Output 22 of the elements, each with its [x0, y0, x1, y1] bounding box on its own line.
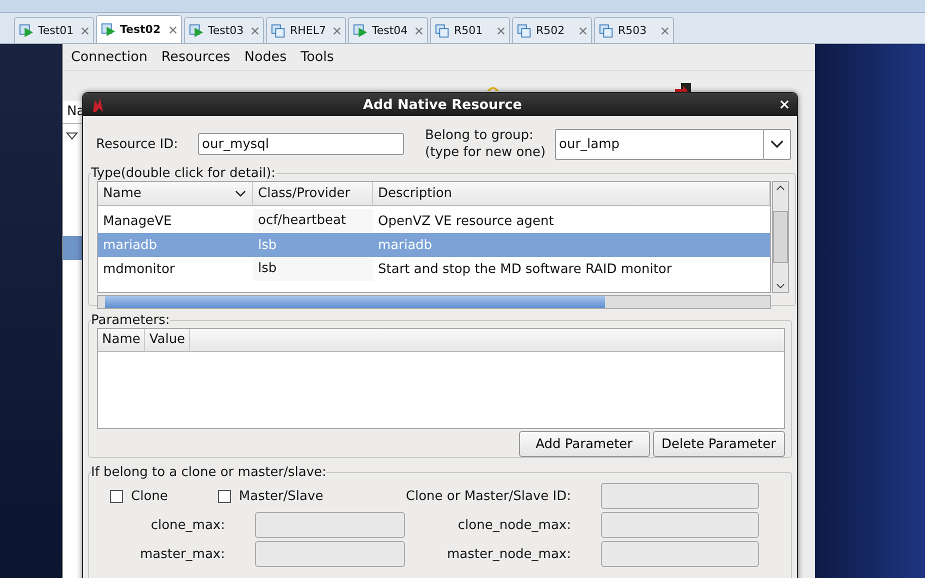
dialog-title: Add Native Resource [362, 96, 523, 112]
field-label: master_node_max: [446, 546, 572, 562]
table-cell-text: mdmonitor [102, 262, 176, 276]
table-cell-text: ManageVE [102, 214, 173, 228]
table-cell-text: OpenVZ VE resource agent [377, 214, 555, 228]
checkbox-label: Master/Slave [238, 488, 324, 504]
table-cell-text: mariadb [102, 238, 158, 252]
field-label: master_max: [138, 546, 226, 562]
section-title: Parameters: [91, 313, 170, 328]
table-cell: lsb [253, 257, 373, 281]
checkbox-label: Clone [131, 488, 168, 504]
field-label: clone_node_max: [456, 518, 572, 532]
field-label: Clone or Master/Slave ID: [405, 488, 572, 504]
table-cell: ocf/heartbeat [253, 209, 373, 233]
table-cell-text: mariadb [377, 238, 434, 252]
section-title: If belong to a clone or master/slave: [91, 465, 326, 480]
table-cell-text: lsb [257, 238, 278, 252]
field-label: Belong to group: (type for new one) [425, 127, 547, 161]
field-label: clone_max: [150, 518, 226, 532]
field-label: Resource ID: [96, 136, 179, 152]
table-cell-text: Start and stop the MD software RAID monitor [377, 262, 673, 276]
section-title: Type(double click for detail): [91, 166, 276, 181]
